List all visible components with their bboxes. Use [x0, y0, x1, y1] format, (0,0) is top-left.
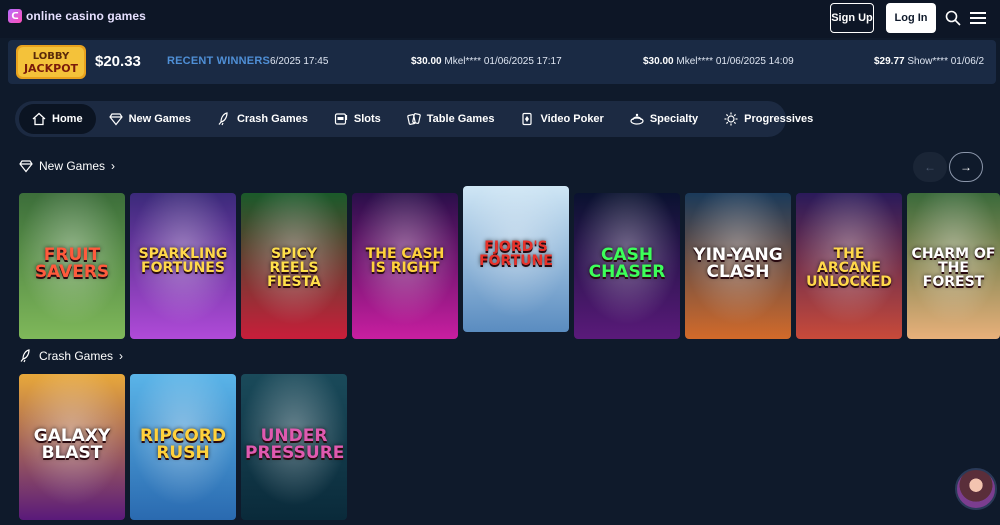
support-chat-avatar[interactable]: [955, 468, 997, 510]
game-title: Charm of the Forest: [911, 246, 996, 290]
game-title: Fjord's Fortune: [479, 239, 553, 269]
game-tile[interactable]: Spicy Reels Fiesta: [241, 193, 347, 339]
specialty-icon: [630, 113, 644, 125]
game-tile[interactable]: Charm of the Forest: [907, 193, 1000, 339]
game-title: Sparkling Fortunes: [138, 246, 228, 276]
nav-item-crash-games[interactable]: Crash Games: [204, 104, 321, 134]
nav-item-home[interactable]: Home: [19, 104, 96, 134]
jackpot-badge-line1: LOBBY: [33, 51, 70, 62]
menu-icon[interactable]: [970, 11, 986, 25]
game-tile[interactable]: Fruit Savers: [19, 193, 125, 339]
game-tile[interactable]: Sparkling Fortunes: [130, 193, 236, 339]
jackpot-badge-line2: JACKPOT: [23, 62, 79, 75]
ticker-entry: $29.77 Show**** 01/06/2: [874, 56, 985, 67]
site-logo[interactable]: ᑕ online casino games: [8, 9, 146, 23]
ticker-entry: $30.00 Mkel**** 01/06/2025 17:17: [411, 56, 562, 67]
diamond-icon: [19, 160, 33, 173]
game-title: Cash Chaser: [588, 245, 666, 282]
game-title: Galaxy Blast: [33, 426, 111, 463]
nav-item-label: Slots: [353, 113, 381, 125]
logo-icon: ᑕ: [8, 9, 22, 23]
nav-item-label: Table Games: [426, 113, 495, 125]
nav-item-video-poker[interactable]: Video Poker: [507, 104, 616, 134]
game-tile[interactable]: The Arcane Unlocked: [796, 193, 902, 339]
nav-item-new-games[interactable]: New Games: [96, 104, 204, 134]
ticker-entry: 6/2025 17:45: [270, 56, 329, 67]
new-games-heading[interactable]: New Games ›: [19, 159, 115, 173]
crash-games-title: Crash Games: [39, 349, 114, 363]
search-icon[interactable]: [945, 10, 961, 26]
nav-item-label: Video Poker: [540, 113, 604, 125]
poker-icon: [522, 112, 533, 126]
nav-item-label: Crash Games: [236, 113, 308, 125]
game-tile[interactable]: The Cash is Right: [352, 193, 458, 339]
chevron-right-icon: ›: [111, 159, 116, 173]
game-tile[interactable]: Ripcord Rush: [130, 374, 236, 520]
login-button[interactable]: Log In: [886, 3, 936, 33]
top-header: ᑕ online casino games Sign Up Log In: [0, 0, 1000, 38]
nav-item-table-games[interactable]: Table Games: [394, 104, 508, 134]
game-title: Spicy Reels Fiesta: [267, 246, 321, 290]
nav-item-progressives[interactable]: Progressives: [711, 104, 826, 134]
recent-winners-ticker: LOBBY JACKPOT $20.33 RECENT WINNERS 6/20…: [8, 40, 996, 84]
game-tile[interactable]: Fjord's Fortune: [463, 186, 569, 332]
nav-item-label: Progressives: [744, 113, 814, 125]
rocket-icon: [218, 112, 228, 126]
sun-icon: [724, 112, 738, 126]
signup-button[interactable]: Sign Up: [830, 3, 874, 33]
cards-icon: [406, 113, 421, 125]
game-tile[interactable]: Under Pressure: [241, 374, 347, 520]
game-title: Fruit Savers: [34, 245, 110, 282]
slot-machine-icon: [334, 113, 347, 125]
home-icon: [32, 112, 46, 126]
game-title: The Cash is Right: [365, 246, 445, 276]
game-tile[interactable]: Yin-Yang Clash: [685, 193, 791, 339]
recent-winners-label: RECENT WINNERS: [167, 55, 271, 67]
nav-item-slots[interactable]: Slots: [321, 104, 394, 134]
game-tile[interactable]: Cash Chaser: [574, 193, 680, 339]
diamond-icon: [108, 113, 123, 126]
game-title: Yin-Yang Clash: [693, 245, 783, 282]
chevron-right-icon: ›: [119, 349, 124, 363]
logo-text: online casino games: [26, 9, 146, 23]
jackpot-amount: $20.33: [95, 53, 141, 70]
rocket-icon: [20, 349, 30, 363]
ticker-entry: $30.00 Mkel**** 01/06/2025 14:09: [643, 56, 794, 67]
nav-item-label: New Games: [128, 113, 191, 125]
crash-games-heading[interactable]: Crash Games ›: [19, 349, 123, 363]
carousel-prev-button[interactable]: ←: [913, 152, 947, 182]
lobby-jackpot-badge: LOBBY JACKPOT: [16, 45, 86, 79]
carousel-next-button[interactable]: →: [949, 152, 983, 182]
game-title: The Arcane Unlocked: [806, 246, 892, 290]
nav-item-label: Specialty: [649, 113, 699, 125]
game-tile[interactable]: Galaxy Blast: [19, 374, 125, 520]
new-games-title: New Games: [39, 159, 106, 173]
game-title: Under Pressure: [245, 426, 345, 463]
category-nav: Home New Games Crash Games Slots Table G…: [15, 101, 813, 137]
game-title: Ripcord Rush: [139, 426, 226, 463]
nav-item-label: Home: [52, 113, 83, 125]
nav-item-specialty[interactable]: Specialty: [617, 104, 711, 134]
